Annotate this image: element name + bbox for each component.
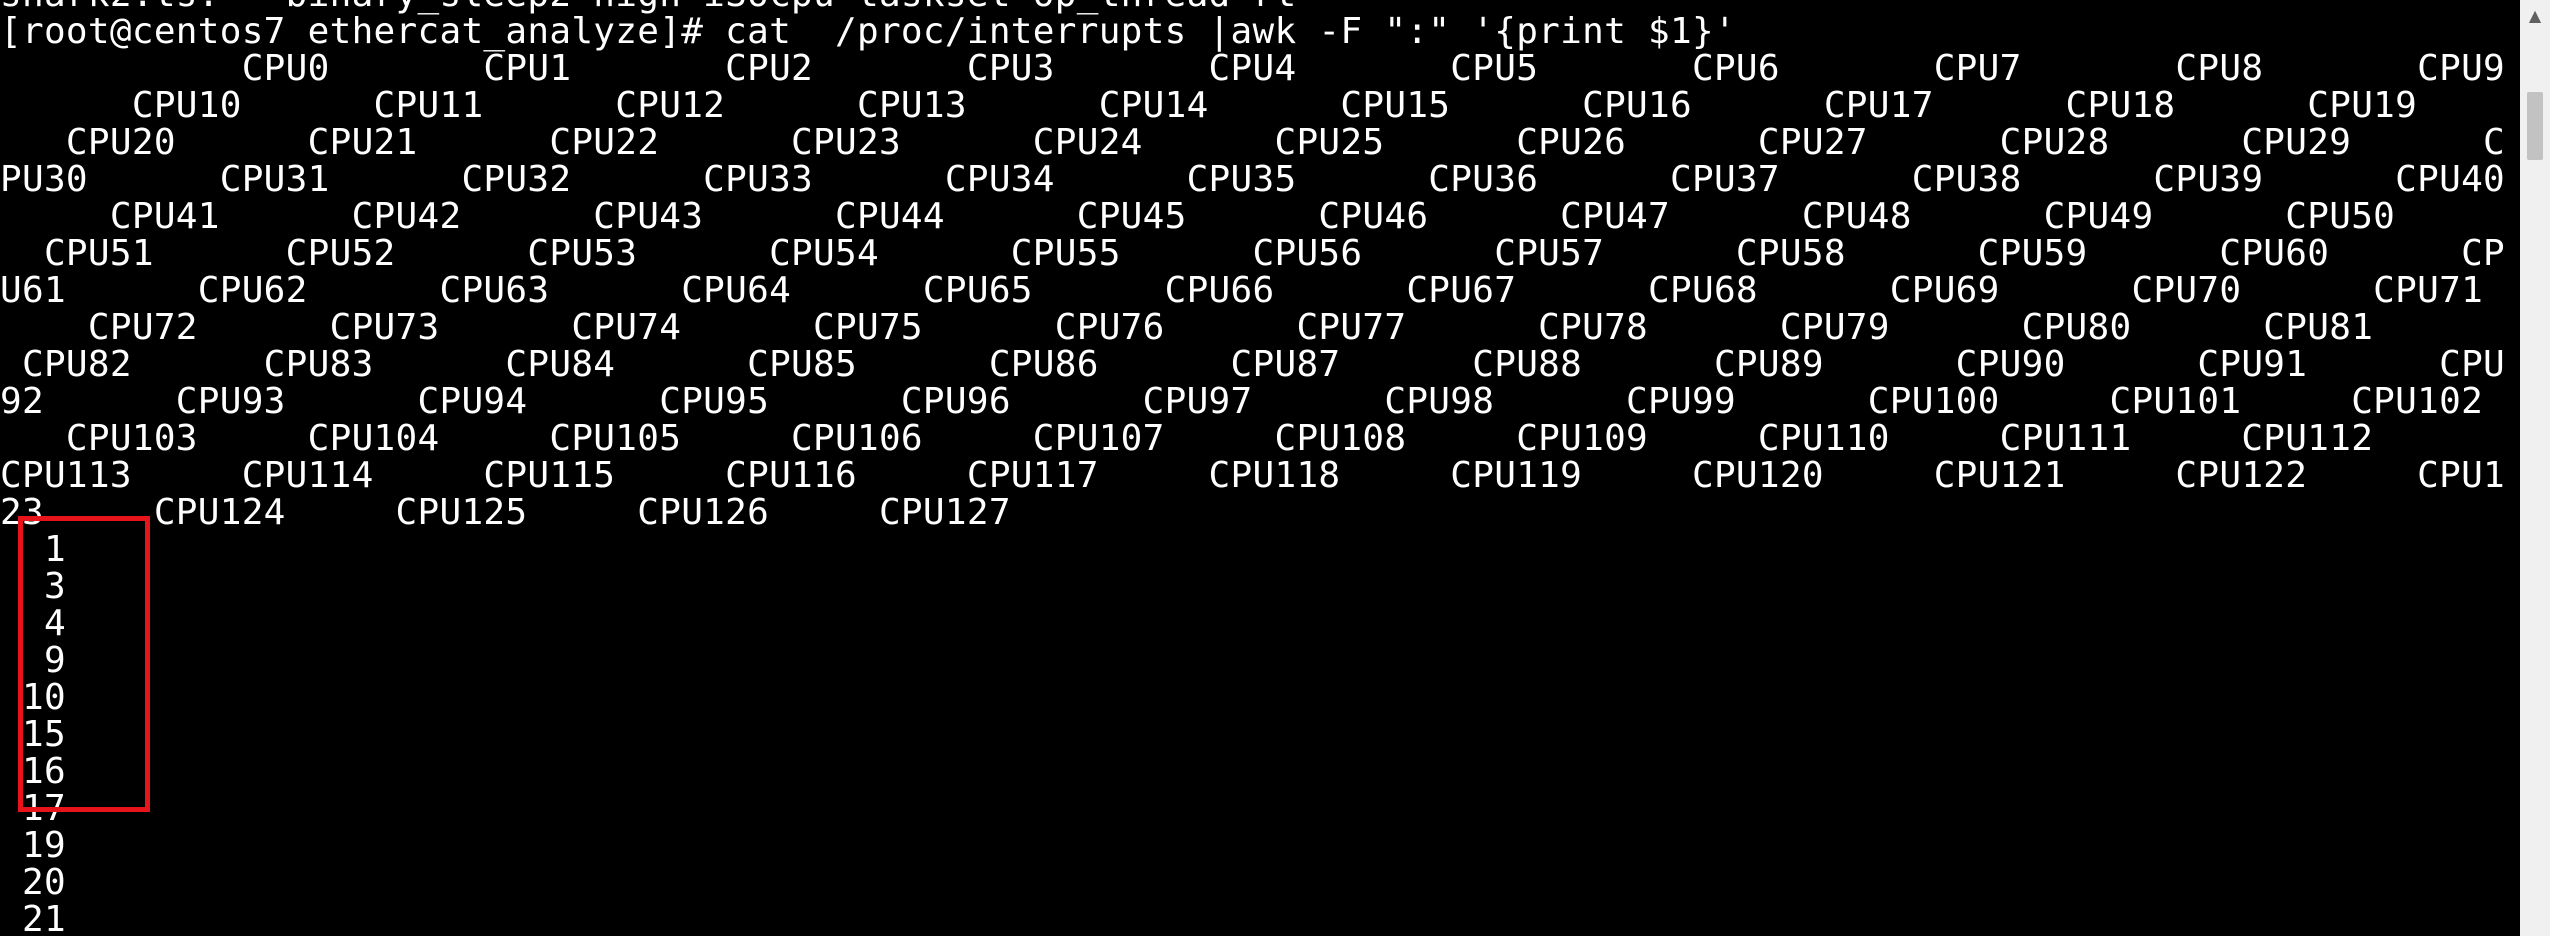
scrollbar-thumb[interactable] bbox=[2527, 92, 2543, 160]
cpu-header-line: U61 CPU62 CPU63 CPU64 CPU65 CPU66 CPU67 … bbox=[0, 270, 2484, 311]
irq-number: 16 bbox=[0, 751, 66, 792]
cpu-header-line: CPU72 CPU73 CPU74 CPU75 CPU76 CPU77 CPU7… bbox=[0, 307, 2374, 348]
irq-number: 15 bbox=[0, 714, 66, 755]
cpu-header-line: CPU82 CPU83 CPU84 CPU85 CPU86 CPU87 CPU8… bbox=[0, 344, 2506, 385]
cpu-header-line: PU30 CPU31 CPU32 CPU33 CPU34 CPU35 CPU36… bbox=[0, 159, 2506, 200]
irq-number: 21 bbox=[0, 899, 66, 936]
irq-number: 17 bbox=[0, 788, 66, 829]
vertical-scrollbar[interactable]: ▲ bbox=[2520, 0, 2550, 936]
cpu-header-line: CPU10 CPU11 CPU12 CPU13 CPU14 CPU15 CPU1… bbox=[0, 85, 2418, 126]
irq-number: 19 bbox=[0, 825, 66, 866]
terminal-window[interactable]: shark2.ts: binary_sleep2 high iSocpu tas… bbox=[0, 0, 2510, 936]
cpu-header-line: CPU51 CPU52 CPU53 CPU54 CPU55 CPU56 CPU5… bbox=[0, 233, 2506, 274]
irq-number: 9 bbox=[0, 640, 66, 681]
scroll-up-arrow-icon[interactable]: ▲ bbox=[2520, 0, 2550, 30]
irq-number: 3 bbox=[0, 566, 66, 607]
cpu-header-line: 92 CPU93 CPU94 CPU95 CPU96 CPU97 CPU98 C… bbox=[0, 381, 2484, 422]
cpu-header-output: CPU0 CPU1 CPU2 CPU3 CPU4 CPU5 CPU6 CPU7 … bbox=[0, 50, 2510, 531]
cpu-header-line: CPU103 CPU104 CPU105 CPU106 CPU107 CPU10… bbox=[0, 418, 2374, 459]
command-line: [root@centos7 ethercat_analyze]# cat /pr… bbox=[0, 11, 1736, 52]
irq-number: 20 bbox=[0, 862, 66, 903]
cpu-header-line: CPU113 CPU114 CPU115 CPU116 CPU117 CPU11… bbox=[0, 455, 2506, 496]
cpu-header-line: 23 CPU124 CPU125 CPU126 CPU127 bbox=[0, 492, 1011, 533]
irq-number: 10 bbox=[0, 677, 66, 718]
irq-number-output: 1 3 4 9 10 15 16 17 19 20 21 bbox=[0, 531, 2510, 936]
cpu-header-line: CPU41 CPU42 CPU43 CPU44 CPU45 CPU46 CPU4… bbox=[0, 196, 2396, 237]
cpu-header-line: CPU0 CPU1 CPU2 CPU3 CPU4 CPU5 CPU6 CPU7 … bbox=[0, 48, 2506, 89]
cpu-header-line: CPU20 CPU21 CPU22 CPU23 CPU24 CPU25 CPU2… bbox=[0, 122, 2506, 163]
irq-number: 4 bbox=[0, 603, 66, 644]
irq-number: 1 bbox=[0, 529, 66, 570]
